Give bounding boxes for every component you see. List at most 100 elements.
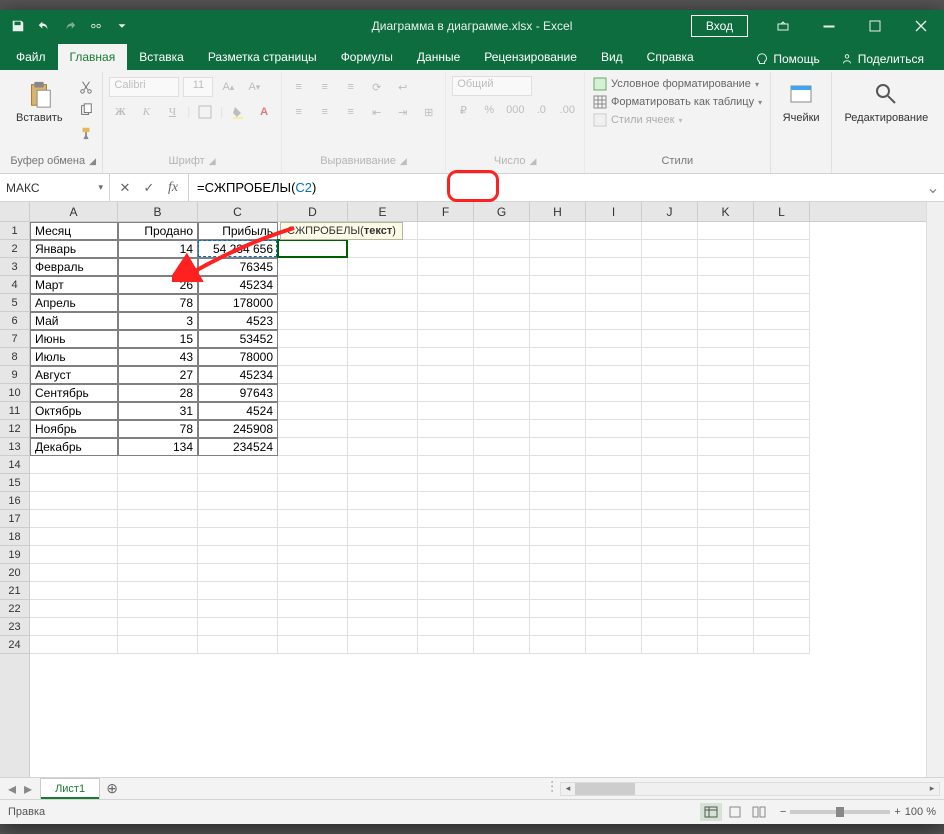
cell[interactable]: [348, 384, 418, 402]
row-header[interactable]: 1: [0, 222, 29, 240]
row-header[interactable]: 6: [0, 312, 29, 330]
cell[interactable]: [418, 474, 474, 492]
cell[interactable]: [754, 402, 810, 420]
cell[interactable]: [348, 582, 418, 600]
redo-icon[interactable]: [58, 14, 82, 38]
cell[interactable]: [278, 294, 348, 312]
cell[interactable]: 27: [118, 366, 198, 384]
cell[interactable]: [30, 456, 118, 474]
cell[interactable]: [198, 474, 278, 492]
comma-icon[interactable]: 000: [504, 99, 526, 121]
editing-button[interactable]: Редактирование: [838, 76, 934, 126]
cell[interactable]: [754, 366, 810, 384]
undo-icon[interactable]: [32, 14, 56, 38]
cell[interactable]: [348, 240, 418, 258]
page-layout-view-button[interactable]: [724, 803, 746, 821]
cell[interactable]: [530, 294, 586, 312]
zoom-level[interactable]: 100 %: [905, 806, 936, 818]
cell[interactable]: Продано: [118, 222, 198, 240]
cell[interactable]: [642, 402, 698, 420]
cell[interactable]: [586, 636, 642, 654]
shrink-font-icon[interactable]: A▾: [243, 76, 265, 98]
cell[interactable]: [278, 258, 348, 276]
cell[interactable]: 3: [118, 312, 198, 330]
align-top-icon[interactable]: ≡: [288, 76, 310, 98]
cell[interactable]: [474, 312, 530, 330]
cell[interactable]: 31: [118, 402, 198, 420]
cell[interactable]: 76345: [198, 258, 278, 276]
cell[interactable]: [642, 582, 698, 600]
cell[interactable]: [698, 618, 754, 636]
cell[interactable]: [348, 456, 418, 474]
cell[interactable]: [474, 420, 530, 438]
row-header[interactable]: 19: [0, 546, 29, 564]
cell[interactable]: [754, 222, 810, 240]
row-header[interactable]: 2: [0, 240, 29, 258]
tab-insert[interactable]: Вставка: [127, 44, 196, 70]
cell[interactable]: [754, 294, 810, 312]
enter-formula-button[interactable]: ✓: [138, 177, 160, 199]
align-bottom-icon[interactable]: ≡: [340, 76, 362, 98]
cell[interactable]: [642, 636, 698, 654]
select-all-triangle[interactable]: [0, 202, 30, 222]
cell[interactable]: [530, 348, 586, 366]
cell[interactable]: 53452: [198, 330, 278, 348]
cell[interactable]: [474, 384, 530, 402]
cell[interactable]: Февраль: [30, 258, 118, 276]
cell[interactable]: [586, 582, 642, 600]
cell[interactable]: [642, 438, 698, 456]
cell[interactable]: [118, 510, 198, 528]
cell[interactable]: [118, 456, 198, 474]
align-left-icon[interactable]: ≡: [288, 101, 310, 123]
cell[interactable]: [754, 420, 810, 438]
cell[interactable]: [754, 510, 810, 528]
cell[interactable]: [586, 312, 642, 330]
cell[interactable]: 4524: [198, 402, 278, 420]
cell[interactable]: [198, 456, 278, 474]
touch-icon[interactable]: [84, 14, 108, 38]
cell[interactable]: [530, 384, 586, 402]
cell[interactable]: [474, 546, 530, 564]
cell[interactable]: [642, 258, 698, 276]
column-header[interactable]: A: [30, 202, 118, 221]
cell[interactable]: [30, 564, 118, 582]
sheet-nav-prev[interactable]: ◂: [8, 779, 16, 799]
font-color-icon[interactable]: A: [253, 101, 275, 123]
cell[interactable]: [530, 618, 586, 636]
cell[interactable]: [30, 546, 118, 564]
italic-button[interactable]: К: [135, 101, 157, 123]
cell[interactable]: [698, 438, 754, 456]
cell[interactable]: [530, 366, 586, 384]
cell[interactable]: [30, 474, 118, 492]
grow-font-icon[interactable]: A▴: [217, 76, 239, 98]
cell[interactable]: [278, 564, 348, 582]
cell[interactable]: [198, 600, 278, 618]
cell[interactable]: [198, 510, 278, 528]
tab-page-layout[interactable]: Разметка страницы: [196, 44, 329, 70]
horizontal-scrollbar[interactable]: ◂▸: [560, 782, 940, 796]
cell[interactable]: [698, 546, 754, 564]
sheet-nav-next[interactable]: ▸: [24, 779, 32, 799]
cell[interactable]: [30, 600, 118, 618]
tab-help[interactable]: Справка: [635, 44, 706, 70]
cell[interactable]: [530, 492, 586, 510]
cell[interactable]: [754, 456, 810, 474]
copy-icon[interactable]: [75, 99, 97, 121]
column-header[interactable]: F: [418, 202, 474, 221]
cell[interactable]: [348, 258, 418, 276]
cell[interactable]: [698, 492, 754, 510]
cell[interactable]: [118, 474, 198, 492]
cell[interactable]: [642, 312, 698, 330]
cell[interactable]: [754, 582, 810, 600]
cell[interactable]: [586, 258, 642, 276]
vertical-scrollbar[interactable]: [926, 202, 944, 777]
cell[interactable]: [754, 258, 810, 276]
row-headers[interactable]: 123456789101112131415161718192021222324: [0, 222, 30, 777]
cell[interactable]: 134: [118, 438, 198, 456]
cell[interactable]: [698, 348, 754, 366]
cells-button[interactable]: Ячейки: [777, 76, 826, 126]
wrap-icon[interactable]: ↩: [392, 76, 414, 98]
cell[interactable]: [642, 510, 698, 528]
cell[interactable]: [698, 402, 754, 420]
cell[interactable]: 15: [118, 330, 198, 348]
